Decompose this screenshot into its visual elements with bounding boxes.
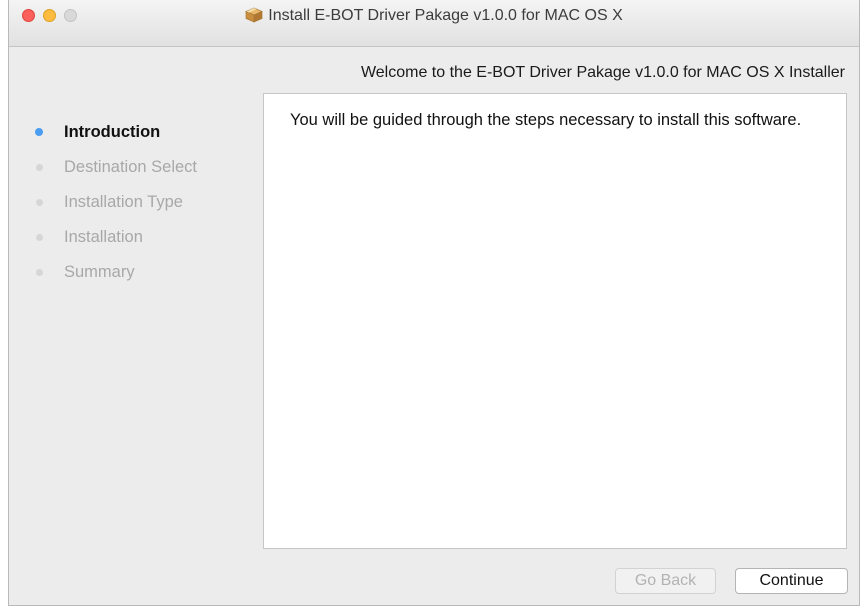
window-title: Install E-BOT Driver Pakage v1.0.0 for M… bbox=[268, 7, 623, 24]
step-introduction: Introduction bbox=[31, 119, 261, 154]
content-pane[interactable]: You will be guided through the steps nec… bbox=[263, 93, 847, 549]
step-indicator-dot bbox=[36, 269, 43, 276]
step-indicator-dot bbox=[36, 199, 43, 206]
step-label: Introduction bbox=[64, 123, 161, 141]
step-installation: Installation bbox=[31, 224, 261, 259]
package-installer-icon bbox=[245, 7, 264, 23]
installer-window: Install E-BOT Driver Pakage v1.0.0 for M… bbox=[8, 0, 860, 606]
page-heading: Welcome to the E-BOT Driver Pakage v1.0.… bbox=[360, 64, 845, 81]
steps-sidebar: Introduction Destination Select Installa… bbox=[31, 119, 261, 294]
step-indicator-dot bbox=[35, 128, 43, 136]
step-summary: Summary bbox=[31, 259, 261, 294]
step-label: Destination Select bbox=[64, 158, 197, 176]
step-label: Installation bbox=[64, 228, 143, 246]
step-label: Summary bbox=[64, 263, 135, 281]
step-indicator-dot bbox=[36, 234, 43, 241]
step-indicator-dot bbox=[36, 164, 43, 171]
go-back-button[interactable]: Go Back bbox=[615, 568, 716, 594]
step-installation-type: Installation Type bbox=[31, 189, 261, 224]
continue-button[interactable]: Continue bbox=[735, 568, 848, 594]
introduction-text: You will be guided through the steps nec… bbox=[290, 111, 802, 129]
step-label: Installation Type bbox=[64, 193, 183, 211]
window-title-area: Install E-BOT Driver Pakage v1.0.0 for M… bbox=[9, 6, 859, 26]
title-bar[interactable]: Install E-BOT Driver Pakage v1.0.0 for M… bbox=[9, 0, 859, 47]
step-destination-select: Destination Select bbox=[31, 154, 261, 189]
